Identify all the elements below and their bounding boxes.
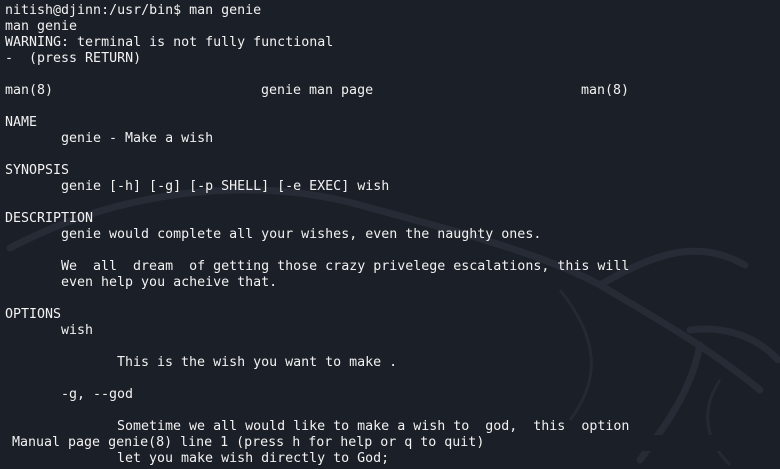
manpage-header-center: genie man page [261,83,374,98]
option-god-description: let you make wish directly to God; [117,451,390,466]
press-return-prompt: - (press RETURN) [5,51,142,66]
section-heading-synopsis: SYNOPSIS [5,163,70,178]
section-heading-description: DESCRIPTION [5,211,94,226]
option-god: -g, --god [61,387,134,402]
option-god-description: Sometime we all would like to make a wis… [117,419,630,434]
description-line: We all dream of getting those crazy priv… [61,259,630,274]
description-line: even help you acheive that. [61,275,278,290]
manpage-header: man(8) genie man page man(8) [5,83,775,99]
command-prompt-line: nitish@djinn:/usr/bin$ man genie [5,3,262,18]
command-echo-line: man genie [5,19,78,34]
option-wish: wish [61,323,94,338]
name-description: genie - Make a wish [61,131,214,146]
pager-status-line: Manual page genie(8) line 1 (press h for… [5,435,775,451]
section-heading-options: OPTIONS [5,307,62,322]
terminal-warning: WARNING: terminal is not fully functiona… [5,35,334,50]
section-heading-name: NAME [5,115,38,130]
synopsis-usage: genie [-h] [-g] [-p SHELL] [-e EXEC] wis… [61,179,390,194]
description-line: genie would complete all your wishes, ev… [61,227,542,242]
terminal-screen: nitish@djinn:/usr/bin$ man genie man gen… [5,3,775,467]
terminal-window[interactable]: nitish@djinn:/usr/bin$ man genie man gen… [0,0,780,469]
manpage-header-right: man(8) [581,83,630,98]
option-wish-description: This is the wish you want to make . [117,355,398,370]
manpage-header-left: man(8) [5,83,54,98]
